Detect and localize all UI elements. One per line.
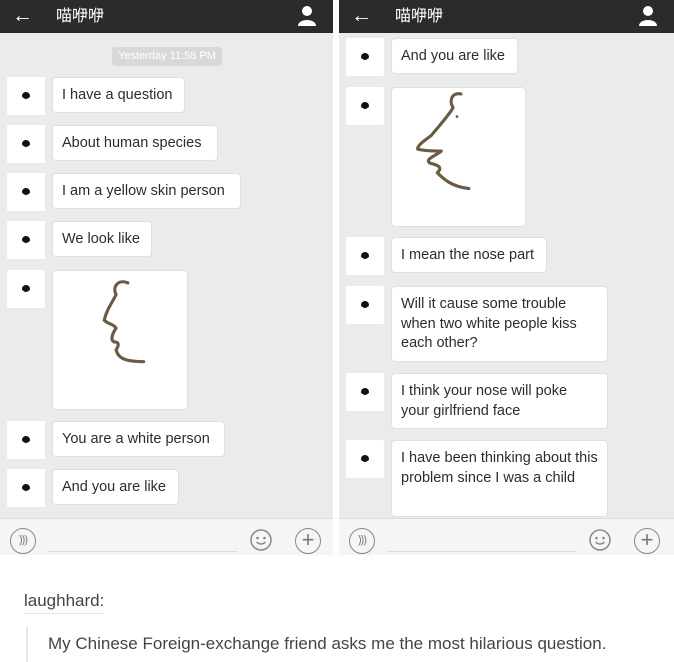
chat-input-bar: ))) + bbox=[339, 518, 674, 555]
avatar[interactable] bbox=[7, 173, 45, 211]
avatar-face-icon bbox=[361, 53, 369, 62]
back-arrow-icon[interactable]: ← bbox=[351, 4, 372, 28]
avatar-face-icon bbox=[22, 285, 30, 294]
face-profile-drawing bbox=[102, 280, 146, 364]
emoji-icon[interactable] bbox=[248, 528, 274, 554]
voice-icon[interactable]: ))) bbox=[349, 528, 375, 554]
avatar[interactable] bbox=[7, 421, 45, 459]
chat-header: ← 喵咿咿 bbox=[0, 0, 333, 33]
avatar-face-icon bbox=[22, 92, 30, 101]
message-bubble: I mean the nose part bbox=[391, 237, 547, 273]
chat-title: 喵咿咿 bbox=[56, 6, 105, 25]
plus-icon[interactable]: + bbox=[634, 528, 660, 554]
avatar-face-icon bbox=[22, 140, 30, 149]
avatar[interactable] bbox=[7, 125, 45, 163]
message-bubble: You are a white person bbox=[52, 421, 225, 457]
message-input[interactable] bbox=[48, 551, 238, 552]
message-bubble: And you are like bbox=[52, 469, 179, 505]
message-bubble: I think your nose will poke your girlfri… bbox=[391, 373, 608, 429]
avatar-face-icon bbox=[361, 301, 369, 310]
username-underline bbox=[24, 613, 104, 614]
image-message[interactable] bbox=[52, 270, 188, 410]
avatar[interactable] bbox=[346, 87, 384, 125]
voice-icon[interactable]: ))) bbox=[10, 528, 36, 554]
avatar-face-icon bbox=[361, 388, 369, 397]
back-arrow-icon[interactable]: ← bbox=[12, 4, 33, 28]
avatar-face-icon bbox=[22, 484, 30, 493]
avatar[interactable] bbox=[7, 469, 45, 507]
avatar-face-icon bbox=[22, 236, 30, 245]
image-message[interactable] bbox=[391, 87, 526, 227]
face-profile-drawing-big-nose bbox=[416, 92, 471, 191]
avatar[interactable] bbox=[7, 221, 45, 259]
message-input[interactable] bbox=[387, 551, 577, 552]
avatar[interactable] bbox=[346, 38, 384, 76]
post-caption: laughhard: My Chinese Foreign-exchange f… bbox=[0, 555, 674, 662]
avatar[interactable] bbox=[346, 286, 384, 324]
chat-input-bar: ))) + bbox=[0, 518, 333, 555]
avatar[interactable] bbox=[346, 373, 384, 411]
avatar[interactable] bbox=[346, 440, 384, 478]
username-link[interactable]: laughhard: bbox=[24, 591, 104, 611]
message-bubble: About human species bbox=[52, 125, 218, 161]
avatar-face-icon bbox=[22, 436, 30, 445]
emoji-icon[interactable] bbox=[587, 528, 613, 554]
chat-panel-right: ← 喵咿咿 And you are like I mean the nose p… bbox=[339, 0, 674, 555]
chat-header: ← 喵咿咿 bbox=[339, 0, 674, 33]
message-bubble: I have a question bbox=[52, 77, 185, 113]
avatar[interactable] bbox=[7, 77, 45, 115]
chat-title: 喵咿咿 bbox=[395, 6, 444, 25]
quote-text: My Chinese Foreign-exchange friend asks … bbox=[48, 634, 607, 653]
message-bubble: And you are like bbox=[391, 38, 518, 74]
avatar[interactable] bbox=[7, 270, 45, 308]
avatar-face-icon bbox=[22, 188, 30, 197]
avatar-face-icon bbox=[361, 252, 369, 261]
timestamp-badge: Yesterday 11:58 PM bbox=[112, 47, 222, 66]
message-bubble: Will it cause some trouble when two whit… bbox=[391, 286, 608, 362]
message-bubble: We look like bbox=[52, 221, 152, 257]
avatar[interactable] bbox=[346, 237, 384, 275]
message-bubble: I am a yellow skin person bbox=[52, 173, 241, 209]
plus-icon[interactable]: + bbox=[295, 528, 321, 554]
avatar-face-icon bbox=[361, 455, 369, 464]
avatar-face-icon bbox=[361, 102, 369, 111]
message-bubble: I have been thinking about this problem … bbox=[391, 440, 608, 517]
person-icon[interactable] bbox=[638, 5, 658, 27]
person-icon[interactable] bbox=[297, 5, 317, 27]
chat-panel-left: ← 喵咿咿 Yesterday 11:58 PM I have a questi… bbox=[0, 0, 333, 555]
quote-bar bbox=[26, 627, 28, 662]
